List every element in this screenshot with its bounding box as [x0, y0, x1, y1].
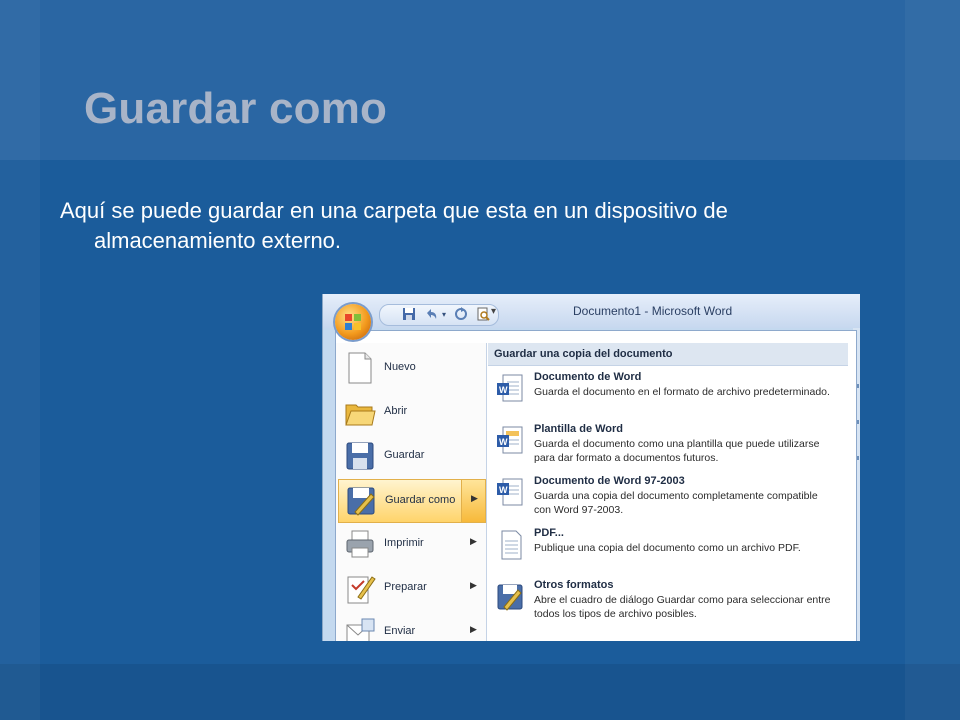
printer-icon	[346, 530, 374, 558]
menu-item-label: Imprimir	[384, 537, 424, 549]
slide-left-band	[0, 0, 40, 720]
word-screenshot: ▾ ▾ Documento1 - Microsoft Word Nuevo Ab…	[322, 294, 860, 641]
svg-text:W: W	[499, 385, 508, 395]
word-template-icon: W	[497, 426, 523, 454]
menu-item-enviar[interactable]: Enviar ▶	[338, 611, 484, 641]
option-title: Otros formatos	[534, 579, 614, 591]
save-as-icon	[347, 487, 375, 516]
save-icon[interactable]	[402, 307, 416, 324]
slide-right-band	[905, 0, 960, 720]
window-title: Documento1 - Microsoft Word	[573, 304, 733, 318]
chevron-right-icon: ▶	[471, 493, 478, 503]
option-description: Guarda el documento como una plantilla q…	[534, 438, 820, 464]
menu-item-label: Guardar	[384, 449, 425, 461]
print-preview-icon[interactable]	[476, 307, 490, 324]
svg-text:W: W	[499, 437, 508, 447]
chevron-right-icon: ▶	[470, 536, 477, 546]
redo-icon[interactable]	[454, 307, 468, 324]
slide-title: Guardar como	[84, 84, 388, 133]
word-document-icon: W	[497, 374, 523, 402]
option-title: Documento de Word 97-2003	[534, 475, 685, 487]
option-description: Guarda el documento en el formato de arc…	[534, 386, 830, 398]
menu-item-label: Abrir	[384, 405, 408, 417]
slide-body-text: Aquí se puede guardar en una carpeta que…	[60, 196, 880, 256]
submenu-header: Guardar una copia del documento	[488, 343, 848, 366]
menu-item-abrir[interactable]: Abrir	[338, 391, 484, 433]
option-description: Publique una copia del documento como un…	[534, 542, 801, 554]
office-menu-commands: Nuevo Abrir Guardar Guardar como ▶ Impri…	[336, 343, 487, 641]
office-button[interactable]	[335, 304, 371, 340]
word-97-2003-icon: W	[497, 478, 523, 506]
menu-item-imprimir[interactable]: Imprimir ▶	[338, 523, 484, 565]
option-plantilla-de-word[interactable]: W Plantilla de Word Guarda el documento …	[488, 423, 848, 475]
option-description: Guarda una copia del documento completam…	[534, 490, 818, 516]
floppy-disk-icon	[346, 442, 374, 470]
open-folder-icon	[345, 404, 376, 426]
option-otros-formatos[interactable]: Otros formatos Abre el cuadro de diálogo…	[488, 579, 848, 631]
menu-item-label: Nuevo	[384, 361, 416, 373]
slide-footer-band	[0, 664, 960, 720]
option-documento-word-97-2003[interactable]: W Documento de Word 97-2003 Guarda una c…	[488, 475, 848, 527]
prepare-icon	[347, 576, 376, 604]
option-title: PDF...	[534, 527, 564, 539]
menu-item-label: Guardar como	[385, 494, 456, 506]
new-document-icon	[348, 352, 372, 384]
undo-dropdown-icon[interactable]: ▾	[442, 310, 446, 319]
menu-item-guardar[interactable]: Guardar	[338, 435, 484, 477]
option-pdf[interactable]: PDF... Publique una copia del documento …	[488, 527, 848, 579]
menu-item-nuevo[interactable]: Nuevo	[338, 347, 484, 389]
svg-text:W: W	[499, 485, 508, 495]
option-title: Plantilla de Word	[534, 423, 624, 435]
customize-toolbar-icon[interactable]: ▾	[491, 306, 496, 317]
slide-body-line-2: almacenamiento externo.	[94, 228, 342, 253]
office-logo-icon	[345, 314, 361, 330]
menu-item-guardar-como[interactable]: Guardar como ▶	[338, 479, 486, 523]
slide-body-line-1: Aquí se puede guardar en una carpeta que…	[60, 198, 728, 223]
save-copy-submenu: Guardar una copia del documento W Docume…	[488, 343, 848, 641]
option-description: Abre el cuadro de diálogo Guardar como p…	[534, 594, 831, 620]
send-icon	[346, 618, 375, 641]
pdf-document-icon	[501, 530, 522, 560]
menu-item-preparar[interactable]: Preparar ▶	[338, 567, 484, 609]
chevron-right-icon: ▶	[470, 580, 477, 590]
chevron-right-icon: ▶	[470, 624, 477, 634]
menu-item-label: Enviar	[384, 625, 416, 637]
other-formats-icon	[497, 584, 523, 611]
quick-access-toolbar: ▾	[379, 304, 499, 326]
option-documento-de-word[interactable]: W Documento de Word Guarda el documento …	[488, 371, 848, 423]
undo-icon[interactable]	[424, 307, 438, 324]
slide-header-band	[0, 0, 960, 160]
menu-item-label: Preparar	[384, 581, 427, 593]
office-menu: Nuevo Abrir Guardar Guardar como ▶ Impri…	[335, 330, 857, 641]
option-title: Documento de Word	[534, 371, 642, 383]
window-titlebar: ▾ ▾ Documento1 - Microsoft Word	[323, 294, 860, 328]
